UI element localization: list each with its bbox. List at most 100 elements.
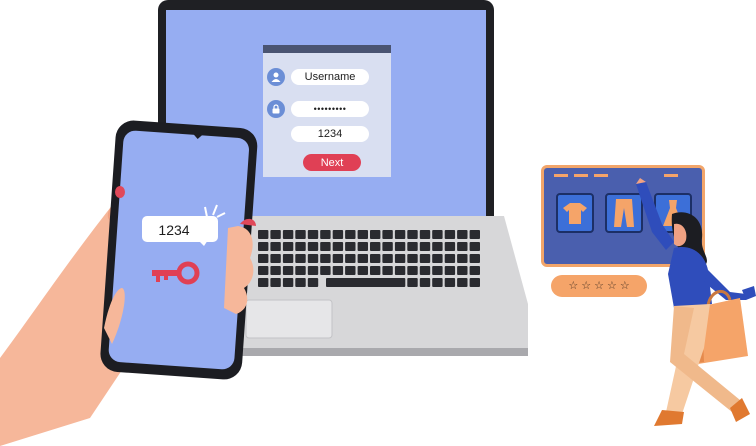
- keyboard-key[interactable]: [407, 254, 418, 263]
- hand-holding-phone: [0, 120, 258, 446]
- keyboard-key[interactable]: [432, 242, 443, 251]
- keyboard-key[interactable]: [357, 242, 368, 251]
- keyboard-key[interactable]: [345, 242, 356, 251]
- keyboard-key[interactable]: [295, 254, 306, 263]
- keyboard-key[interactable]: [345, 254, 356, 263]
- keyboard-key[interactable]: [295, 242, 306, 251]
- keyboard-key[interactable]: [382, 266, 393, 275]
- keyboard-key[interactable]: [394, 266, 406, 275]
- board-dash: [574, 174, 588, 177]
- board-dash: [554, 174, 568, 177]
- keyboard-key[interactable]: [457, 266, 468, 275]
- keyboard-key[interactable]: [457, 278, 468, 287]
- board-dash: [664, 174, 678, 177]
- keyboard-key[interactable]: [444, 242, 456, 251]
- keyboard-key[interactable]: [332, 266, 344, 275]
- keyboard-key[interactable]: [382, 242, 393, 251]
- keyboard-key[interactable]: [432, 278, 443, 287]
- keyboard-key[interactable]: [419, 242, 431, 251]
- keyboard-key[interactable]: [320, 242, 331, 251]
- keyboard-key[interactable]: [295, 266, 306, 275]
- keyboard-key[interactable]: [469, 242, 480, 251]
- keyboard-key[interactable]: [419, 230, 431, 239]
- keyboard-key[interactable]: [382, 230, 393, 239]
- shopper-woman-illustration: [636, 178, 756, 426]
- username-field[interactable]: Username: [291, 69, 369, 85]
- keyboard-key[interactable]: [307, 254, 319, 263]
- keyboard-key[interactable]: [370, 242, 381, 251]
- keyboard-key[interactable]: [282, 254, 294, 263]
- keyboard-key[interactable]: [407, 278, 418, 287]
- keyboard-key[interactable]: [432, 230, 443, 239]
- keyboard-key[interactable]: [419, 278, 431, 287]
- keyboard-key[interactable]: [469, 278, 480, 287]
- code-row: 1234: [267, 124, 387, 144]
- keyboard-key[interactable]: [469, 230, 480, 239]
- keyboard-key[interactable]: [345, 230, 356, 239]
- keyboard-key[interactable]: [357, 254, 368, 263]
- keyboard-key[interactable]: [282, 230, 294, 239]
- keyboard-key[interactable]: [457, 254, 468, 263]
- next-button[interactable]: Next: [303, 154, 361, 171]
- keyboard-key[interactable]: [345, 266, 356, 275]
- keyboard-key[interactable]: [357, 266, 368, 275]
- keyboard-key[interactable]: [457, 242, 468, 251]
- login-card-header: [263, 45, 391, 53]
- username-row: Username: [267, 67, 387, 87]
- keyboard-key[interactable]: [332, 230, 344, 239]
- keyboard-key[interactable]: [394, 242, 406, 251]
- lock-icon: [267, 100, 285, 118]
- keyboard-key[interactable]: [270, 230, 281, 239]
- keyboard-key[interactable]: [320, 254, 331, 263]
- keyboard-key[interactable]: [307, 278, 319, 287]
- keyboard-key[interactable]: [469, 254, 480, 263]
- keyboard-key[interactable]: [407, 230, 418, 239]
- keyboard-key[interactable]: [469, 266, 480, 275]
- keyboard-key[interactable]: [394, 254, 406, 263]
- keyboard-key[interactable]: [370, 254, 381, 263]
- keyboard-key[interactable]: [419, 254, 431, 263]
- password-row: •••••••••: [267, 99, 387, 119]
- keyboard-key[interactable]: [444, 278, 456, 287]
- keyboard-key[interactable]: [270, 266, 281, 275]
- keyboard-key[interactable]: [432, 266, 443, 275]
- keyboard-key[interactable]: [444, 230, 456, 239]
- keyboard-key[interactable]: [270, 254, 281, 263]
- login-card: Username ••••••••• 1234 Next: [263, 45, 391, 177]
- keyboard-key[interactable]: [282, 266, 294, 275]
- user-icon: [267, 68, 285, 86]
- keyboard-key[interactable]: [432, 254, 443, 263]
- keyboard-key[interactable]: [444, 266, 456, 275]
- sms-code-text: 1234: [158, 222, 190, 238]
- password-field[interactable]: •••••••••: [291, 101, 369, 117]
- keyboard-key[interactable]: [320, 266, 331, 275]
- keyboard-key[interactable]: [370, 266, 381, 275]
- keyboard-key[interactable]: [394, 230, 406, 239]
- laptop-keyboard-deck: [228, 216, 528, 356]
- notification-spark-icon: [204, 204, 226, 218]
- keyboard-key[interactable]: [407, 266, 418, 275]
- keyboard-key[interactable]: [320, 230, 331, 239]
- keyboard-key[interactable]: [307, 242, 319, 251]
- keyboard-key[interactable]: [332, 242, 344, 251]
- keyboard-key[interactable]: [457, 230, 468, 239]
- keyboard-key[interactable]: [282, 242, 294, 251]
- keyboard-key[interactable]: [382, 254, 393, 263]
- keyboard-key[interactable]: [270, 242, 281, 251]
- keyboard-key[interactable]: [332, 254, 344, 263]
- keyboard-key[interactable]: [419, 266, 431, 275]
- keyboard-key[interactable]: [295, 230, 306, 239]
- keyboard-key[interactable]: [357, 230, 368, 239]
- keyboard-key[interactable]: [407, 242, 418, 251]
- keyboard-key[interactable]: [295, 278, 306, 287]
- verification-code-field[interactable]: 1234: [291, 126, 369, 142]
- board-dash: [594, 174, 608, 177]
- keyboard-key[interactable]: [282, 278, 294, 287]
- keyboard-key[interactable]: [444, 254, 456, 263]
- keyboard-key[interactable]: [307, 266, 319, 275]
- keyboard-key[interactable]: [270, 278, 281, 287]
- keyboard-key[interactable]: [307, 230, 319, 239]
- key-icon: [152, 261, 200, 285]
- keyboard-key[interactable]: [370, 230, 381, 239]
- spacebar-key[interactable]: [326, 278, 404, 287]
